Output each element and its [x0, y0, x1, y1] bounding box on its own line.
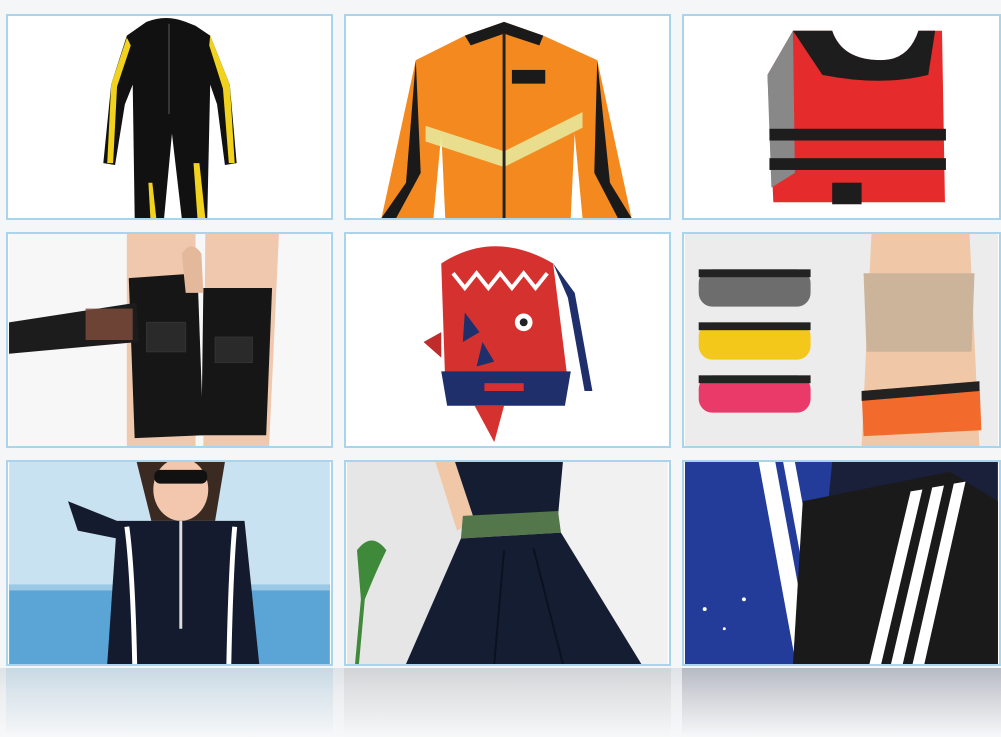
red-life-vest-icon	[685, 16, 998, 218]
reflection-ghost	[344, 668, 671, 737]
orange-wetsuit-jacket-icon	[347, 16, 668, 218]
rash-guard-swimsuit-icon	[9, 462, 330, 664]
reflection-ghost	[682, 668, 1001, 737]
tile-life-vest[interactable]	[682, 14, 1001, 220]
swim-dress-icon	[347, 462, 668, 664]
tile-rash-guard[interactable]	[6, 460, 333, 666]
tile-waist-belt[interactable]	[682, 232, 1001, 448]
striped-sport-bags-icon	[685, 462, 998, 664]
reflection-strip	[0, 668, 1001, 737]
wetsuit-black-yellow-icon	[9, 16, 330, 218]
dinosaur-backpack-icon	[347, 234, 668, 446]
running-waist-belt-icon	[684, 234, 999, 446]
reflection-ghost	[6, 668, 333, 737]
tile-orange-jacket[interactable]	[344, 14, 671, 220]
tile-swim-dress[interactable]	[344, 460, 671, 666]
knee-brace-icon	[9, 234, 330, 446]
tile-sport-bags[interactable]	[682, 460, 1001, 666]
tile-dino-backpack[interactable]	[344, 232, 671, 448]
tile-wetsuit[interactable]	[6, 14, 333, 220]
tile-knee-brace[interactable]	[6, 232, 333, 448]
product-gallery	[0, 0, 1001, 737]
